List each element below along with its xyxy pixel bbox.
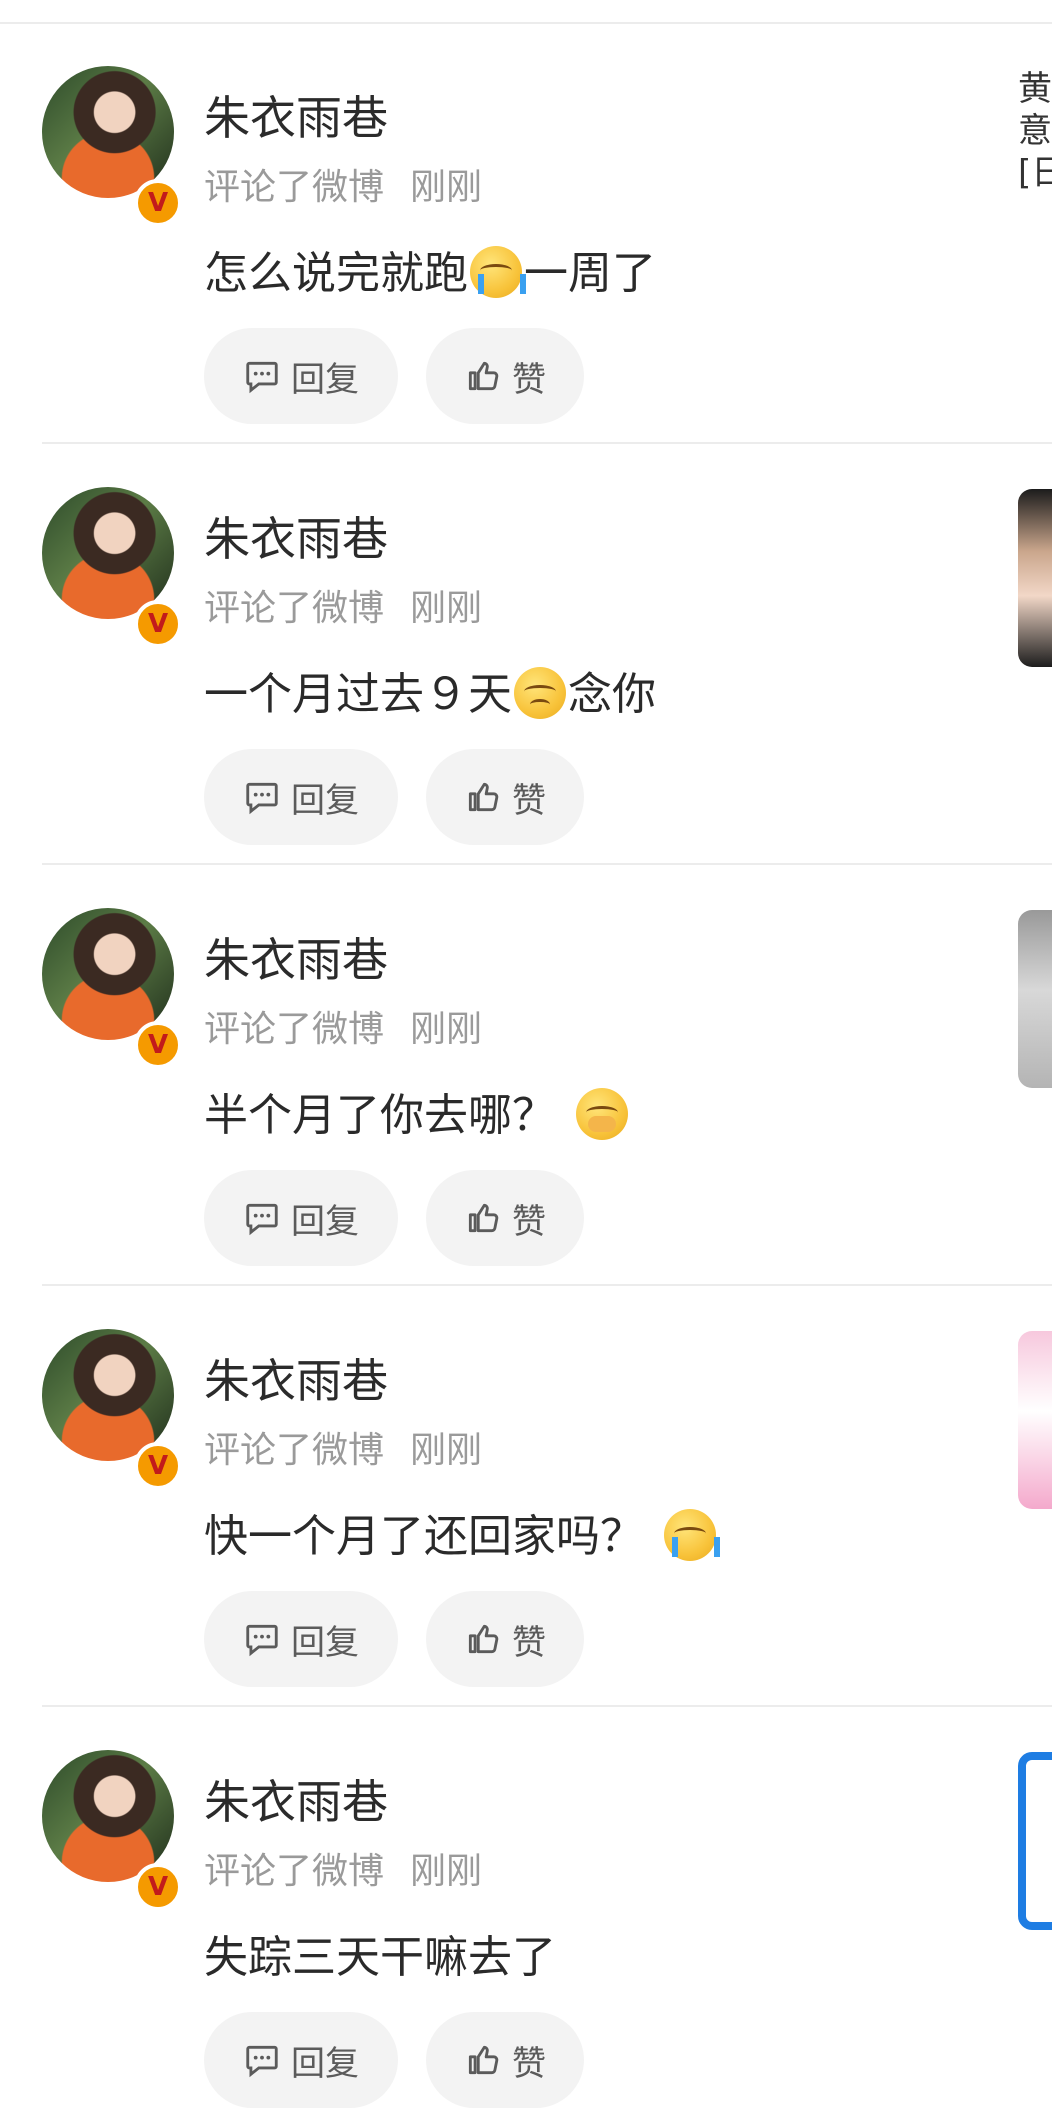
post-preview[interactable]: 黄 意 [日: [1018, 68, 1052, 193]
post-preview-image[interactable]: [1018, 489, 1052, 667]
comment-item: V 朱衣雨巷 评论了微博 刚刚 半个月了你去哪？ 回复 赞: [0, 866, 1052, 1286]
item-divider: [42, 442, 1052, 444]
comment-meta: 评论了微博 刚刚: [204, 1008, 482, 1052]
verified-v-badge-icon: V: [134, 1442, 182, 1490]
verified-v-badge-icon: V: [134, 179, 182, 227]
comment-meta: 评论了微博 刚刚: [204, 1850, 482, 1894]
comment-item: V 朱衣雨巷 评论了微博 刚刚 失踪三天干嘛去了 回复 赞: [0, 1708, 1052, 2111]
comment-text: 半个月了你去哪？: [204, 1086, 630, 1146]
reply-button[interactable]: 回复: [204, 1591, 398, 1687]
username[interactable]: 朱衣雨巷: [204, 1774, 388, 1830]
preview-text-line: 黄: [1018, 69, 1052, 109]
comment-item: V 朱衣雨巷 评论了微博 刚刚 一个月过去９天 念你 回复 赞: [0, 445, 1052, 865]
preview-text-line: [日: [1018, 153, 1052, 193]
comment-text: 失踪三天干嘛去了: [204, 1928, 556, 1988]
reply-label: 回复: [291, 1622, 359, 1663]
reply-label: 回复: [291, 780, 359, 821]
comment-text-part: 怎么说完就跑: [204, 248, 468, 299]
sad-emoji-icon: [514, 667, 566, 719]
action-text: 评论了微博: [204, 588, 385, 629]
action-text: 评论了微博: [204, 167, 385, 208]
like-button[interactable]: 赞: [426, 1591, 584, 1687]
item-divider: [42, 1284, 1052, 1286]
reply-button[interactable]: 回复: [204, 1170, 398, 1266]
timestamp: 刚刚: [410, 1009, 483, 1050]
thumbs-up-icon: [468, 1203, 499, 1233]
comment-item: V 朱衣雨巷 评论了微博 刚刚 怎么说完就跑 一周了 回复 赞 黄 意 [日: [0, 24, 1052, 444]
verified-v-badge-icon: V: [134, 1863, 182, 1911]
item-divider: [42, 1705, 1052, 1707]
username[interactable]: 朱衣雨巷: [204, 511, 388, 567]
comment-bubble-icon: [246, 1624, 278, 1657]
comment-bubble-icon: [246, 361, 278, 394]
timestamp: 刚刚: [410, 1851, 483, 1892]
timestamp: 刚刚: [410, 1430, 483, 1471]
reply-button[interactable]: 回复: [204, 749, 398, 845]
reply-label: 回复: [291, 2043, 359, 2084]
comment-text-part: 快一个月了还回家吗？: [204, 1511, 644, 1562]
timestamp: 刚刚: [410, 588, 483, 629]
like-label: 赞: [512, 780, 546, 821]
comment-text-part: 一周了: [524, 248, 656, 299]
item-divider: [42, 863, 1052, 865]
username[interactable]: 朱衣雨巷: [204, 1353, 388, 1409]
reply-label: 回复: [291, 1201, 359, 1242]
post-preview-image[interactable]: [1018, 1331, 1052, 1509]
like-button[interactable]: 赞: [426, 328, 584, 424]
action-text: 评论了微博: [204, 1851, 385, 1892]
thumbs-up-icon: [468, 782, 499, 812]
comment-text: 快一个月了还回家吗？: [204, 1507, 720, 1567]
thumbs-up-icon: [468, 361, 499, 391]
username[interactable]: 朱衣雨巷: [204, 90, 388, 146]
comment-bubble-icon: [246, 2045, 278, 2078]
post-preview-image[interactable]: [1018, 910, 1052, 1088]
like-label: 赞: [512, 359, 546, 400]
comment-meta: 评论了微博 刚刚: [204, 166, 482, 210]
like-label: 赞: [512, 1622, 546, 1663]
comment-text-part: 半个月了你去哪？: [204, 1090, 556, 1141]
timestamp: 刚刚: [410, 167, 483, 208]
comment-bubble-icon: [246, 782, 278, 815]
comment-text-part: 念你: [568, 669, 656, 720]
comment-text: 怎么说完就跑 一周了: [204, 244, 656, 304]
like-button[interactable]: 赞: [426, 749, 584, 845]
comment-meta: 评论了微博 刚刚: [204, 1429, 482, 1473]
comment-item: V 朱衣雨巷 评论了微博 刚刚 快一个月了还回家吗？ 回复 赞: [0, 1287, 1052, 1707]
reply-button[interactable]: 回复: [204, 2012, 398, 2108]
action-text: 评论了微博: [204, 1430, 385, 1471]
verified-v-badge-icon: V: [134, 600, 182, 648]
like-button[interactable]: 赞: [426, 1170, 584, 1266]
comment-text: 一个月过去９天 念你: [204, 665, 656, 725]
action-text: 评论了微博: [204, 1009, 385, 1050]
post-preview-image[interactable]: [1018, 1752, 1052, 1930]
reply-label: 回复: [291, 359, 359, 400]
like-button[interactable]: 赞: [426, 2012, 584, 2108]
crying-emoji-icon: [664, 1509, 720, 1561]
shy-emoji-icon: [576, 1088, 628, 1140]
username[interactable]: 朱衣雨巷: [204, 932, 388, 988]
comment-meta: 评论了微博 刚刚: [204, 587, 482, 631]
crying-emoji-icon: [470, 246, 526, 298]
thumbs-up-icon: [468, 2045, 499, 2075]
verified-v-badge-icon: V: [134, 1021, 182, 1069]
thumbs-up-icon: [468, 1624, 499, 1654]
preview-text-line: 意: [1018, 111, 1052, 151]
like-label: 赞: [512, 1201, 546, 1242]
comment-text-part: 失踪三天干嘛去了: [204, 1932, 556, 1983]
reply-button[interactable]: 回复: [204, 328, 398, 424]
like-label: 赞: [512, 2043, 546, 2084]
comment-bubble-icon: [246, 1203, 278, 1236]
comment-text-part: 一个月过去９天: [204, 669, 512, 720]
